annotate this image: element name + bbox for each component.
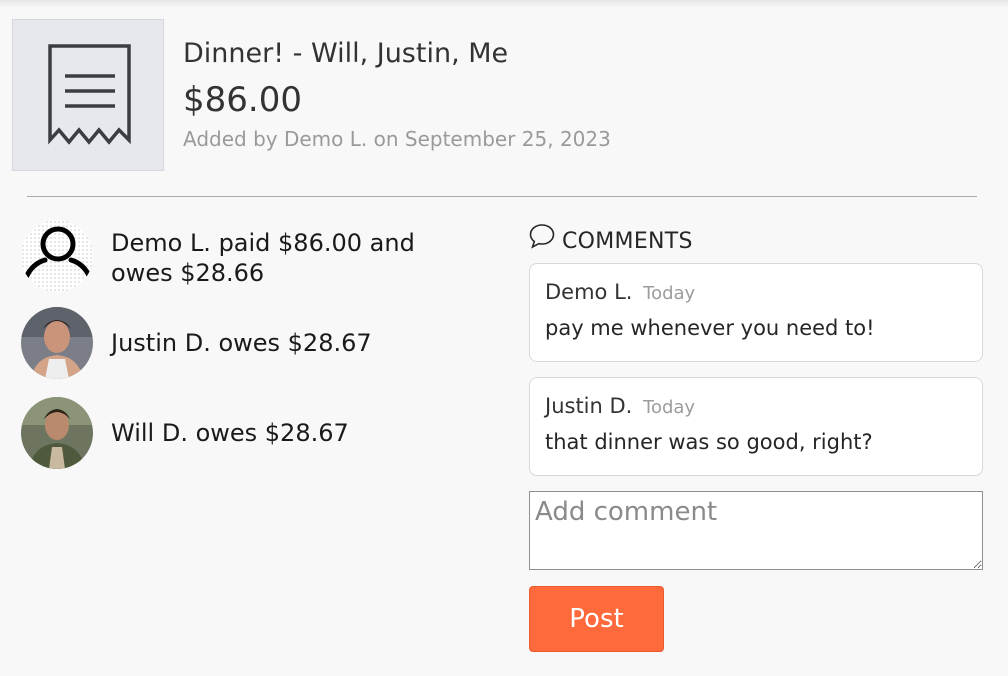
comment-time: Today <box>643 397 696 418</box>
expense-added-by: Added by Demo L. on September 25, 2023 <box>183 127 611 151</box>
speech-bubble-icon <box>529 224 555 249</box>
comment-author-line: Demo L. Today <box>545 280 695 304</box>
comment-author: Demo L. <box>545 280 633 304</box>
comment-card: Demo L. Today pay me whenever you need t… <box>529 263 983 362</box>
comment-card: Justin D. Today that dinner was so good,… <box>529 377 983 476</box>
expense-title: Dinner! - Will, Justin, Me <box>183 38 509 69</box>
participant-summary: Justin D. owes $28.67 <box>111 329 372 357</box>
user-photo <box>21 397 93 469</box>
avatar <box>21 307 93 379</box>
participant-summary: Will D. owes $28.67 <box>111 419 349 447</box>
avatar <box>21 220 93 292</box>
expense-amount: $86.00 <box>183 80 302 120</box>
user-photo <box>21 307 93 379</box>
receipt-icon <box>48 44 131 145</box>
participant-row: Demo L. paid $86.00 and owes $28.66 <box>21 220 481 294</box>
participant-summary: Demo L. paid $86.00 and owes $28.66 <box>111 229 415 287</box>
header-divider <box>27 196 977 197</box>
receipt-thumbnail <box>12 19 164 171</box>
comments-label: COMMENTS <box>562 229 693 254</box>
add-comment-input[interactable] <box>529 491 983 570</box>
top-shadow <box>0 1 1008 9</box>
avatar <box>21 397 93 469</box>
comment-author-line: Justin D. Today <box>545 394 695 418</box>
comment-time: Today <box>643 283 696 304</box>
participant-row: Will D. owes $28.67 <box>21 397 481 469</box>
participant-row: Justin D. owes $28.67 <box>21 307 481 379</box>
default-user-icon <box>21 220 93 292</box>
comment-body: pay me whenever you need to! <box>545 316 875 340</box>
expense-detail-page: Dinner! - Will, Justin, Me $86.00 Added … <box>0 0 1008 676</box>
comment-body: that dinner was so good, right? <box>545 430 873 454</box>
post-comment-button[interactable]: Post <box>529 586 664 652</box>
comment-author: Justin D. <box>545 394 633 418</box>
